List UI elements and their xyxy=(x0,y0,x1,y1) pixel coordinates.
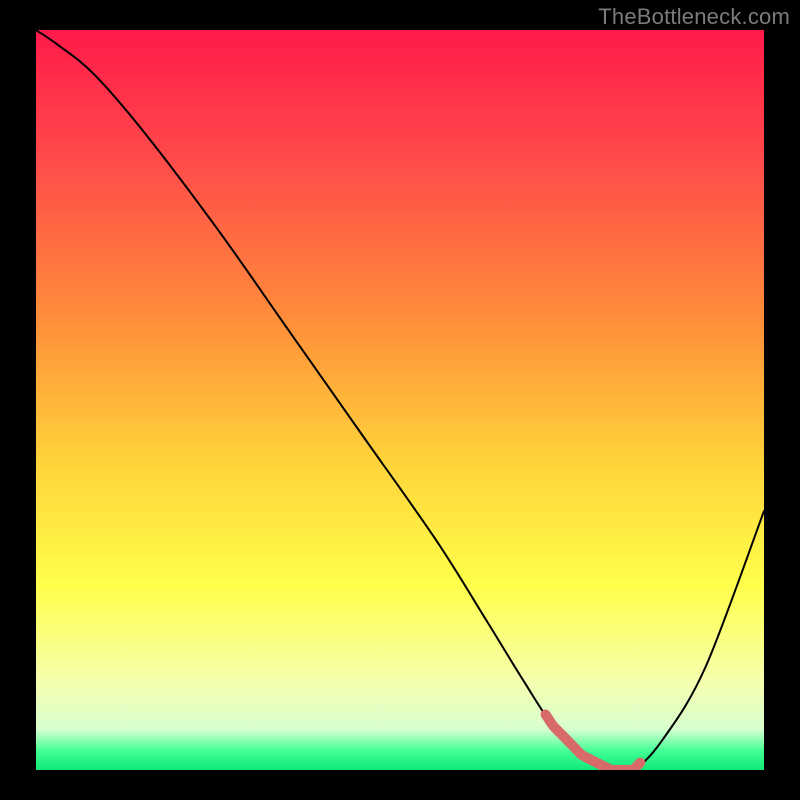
plot-svg xyxy=(36,30,764,770)
bottleneck-plot xyxy=(36,30,764,770)
gradient-background xyxy=(36,30,764,770)
watermark-text: TheBottleneck.com xyxy=(598,4,790,30)
chart-stage: TheBottleneck.com xyxy=(0,0,800,800)
